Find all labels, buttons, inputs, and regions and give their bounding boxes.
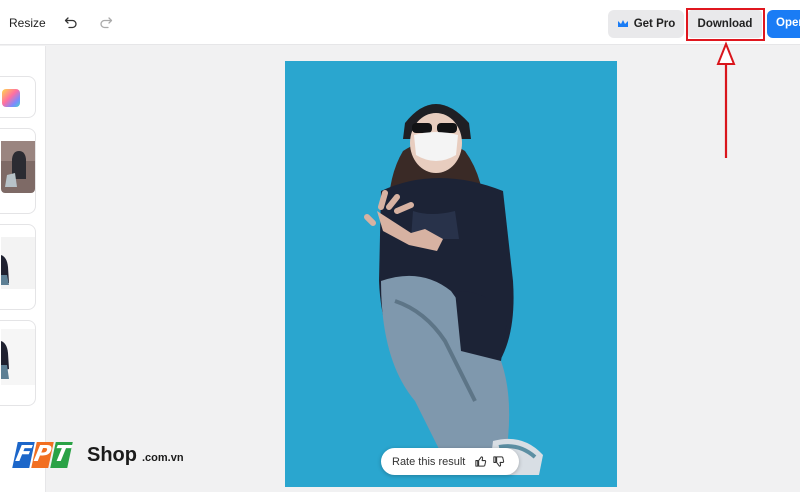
download-button[interactable]: Download xyxy=(688,10,762,38)
fpt-shop-watermark: F P T Shop .com.vn xyxy=(12,438,184,474)
photo-thumbnail-1[interactable] xyxy=(0,128,36,214)
person-cutout-illustration xyxy=(285,61,617,487)
crown-icon xyxy=(617,20,628,27)
redo-icon[interactable] xyxy=(99,15,113,29)
resize-button[interactable]: Resize xyxy=(9,16,46,30)
rate-result-label: Rate this result xyxy=(392,455,466,468)
thumbs-down-icon[interactable] xyxy=(492,455,505,468)
left-sidebar xyxy=(0,46,46,492)
logo-letter-t: T xyxy=(50,442,73,468)
thumbnail-image-1 xyxy=(1,141,35,193)
get-pro-label: Get Pro xyxy=(633,18,676,30)
thumbs-up-icon[interactable] xyxy=(474,455,487,468)
download-label: Download xyxy=(697,18,753,30)
photo-thumbnail-2[interactable] xyxy=(0,224,36,310)
photo-thumbnail-3[interactable] xyxy=(0,320,36,406)
rate-result-bar: Rate this result xyxy=(381,448,519,475)
result-image xyxy=(285,61,617,487)
fpt-logo-letters: F P T xyxy=(12,442,73,468)
get-pro-button[interactable]: Get Pro xyxy=(608,10,684,38)
open-button[interactable]: Open xyxy=(767,10,800,38)
rainbow-icon xyxy=(2,89,20,107)
thumbnail-image-3 xyxy=(1,329,35,385)
undo-icon[interactable] xyxy=(64,15,78,29)
background-color-option[interactable] xyxy=(0,76,36,118)
thumbnail-image-2 xyxy=(1,237,35,289)
logo-brand-text: Shop xyxy=(87,444,137,466)
top-toolbar: Resize Get Pro Download Open xyxy=(0,0,800,45)
arrow-up-icon xyxy=(716,41,736,158)
logo-domain-text: .com.vn xyxy=(142,452,184,464)
